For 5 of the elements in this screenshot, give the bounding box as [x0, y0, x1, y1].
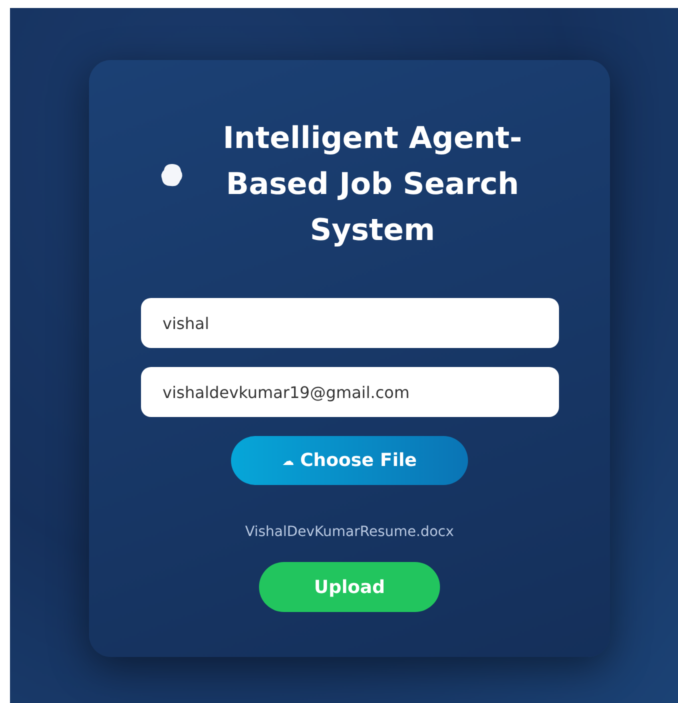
file-name: VishalDevKumarResume.docx	[245, 523, 454, 542]
choose-file-button[interactable]: ☁ Choose File	[231, 436, 468, 485]
text-field[interactable]: vishal	[140, 298, 558, 348]
page-title: Intelligent Agent-Based Job Search System	[222, 120, 524, 250]
text-field[interactable]: vishaldevkumar19@gmail.com	[140, 367, 558, 417]
